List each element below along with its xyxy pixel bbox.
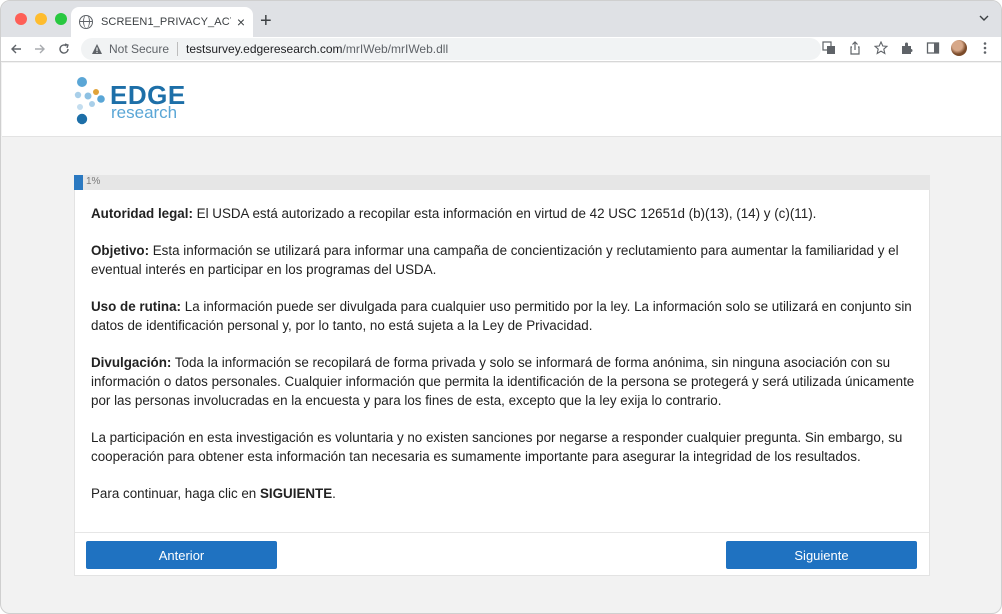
reload-icon[interactable]	[55, 40, 73, 58]
minimize-window-button[interactable]	[35, 13, 47, 25]
star-icon[interactable]	[873, 40, 889, 56]
globe-icon	[79, 15, 93, 29]
paragraph-participation: La participación en esta investigación e…	[91, 428, 915, 466]
legal-authority-heading: Autoridad legal:	[91, 206, 193, 221]
more-menu-icon[interactable]	[977, 40, 993, 56]
address-divider	[177, 42, 179, 56]
window-controls	[15, 13, 67, 25]
next-button[interactable]: Siguiente	[726, 541, 917, 569]
survey-card: Autoridad legal: El USDA está autorizado…	[74, 190, 930, 576]
warning-icon	[92, 44, 102, 54]
progress-bar: 1%	[74, 175, 930, 190]
site-header: EDGE research	[2, 63, 1001, 137]
browser-window: SCREEN1_PRIVACY_ACT_STAT × + Not Secure …	[0, 0, 1002, 614]
logo-research-text: research	[111, 103, 178, 122]
progress-fill	[74, 175, 83, 190]
previous-button[interactable]: Anterior	[86, 541, 277, 569]
extensions-icon[interactable]	[899, 40, 915, 56]
url-host: testsurvey.edgeresearch.com	[186, 42, 343, 56]
button-divider	[75, 532, 929, 533]
routine-use-heading: Uso de rutina:	[91, 299, 182, 314]
forward-arrow-icon[interactable]	[31, 40, 49, 58]
paragraph-disclosure: Divulgación: Toda la información se reco…	[91, 353, 915, 410]
disclosure-text: Toda la información se recopilará de for…	[91, 355, 915, 408]
continue-text: Para continuar, haga clic en	[91, 486, 260, 501]
objective-heading: Objetivo:	[91, 243, 150, 258]
close-window-button[interactable]	[15, 13, 27, 25]
progress-label: 1%	[86, 176, 101, 187]
paragraph-legal-authority: Autoridad legal: El USDA está autorizado…	[91, 204, 915, 223]
browser-toolbar: Not Secure testsurvey.edgeresearch.com/m…	[1, 37, 1001, 62]
legal-authority-text: El USDA está autorizado a recopilar esta…	[192, 206, 817, 221]
share-icon[interactable]	[847, 40, 863, 56]
title-bar: SCREEN1_PRIVACY_ACT_STAT × +	[1, 1, 1001, 37]
paragraph-continue: Para continuar, haga clic en SIGUIENTE.	[91, 484, 915, 503]
disclosure-heading: Divulgación:	[91, 355, 172, 370]
tab-close-icon[interactable]: ×	[237, 15, 245, 29]
paragraph-routine-use: Uso de rutina: La información puede ser …	[91, 297, 915, 335]
toolbar-actions	[821, 40, 993, 56]
objective-text: Esta información se utilizará para infor…	[91, 243, 899, 277]
survey-content: Autoridad legal: El USDA está autorizado…	[91, 204, 915, 521]
paragraph-objective: Objetivo: Esta información se utilizará …	[91, 241, 915, 279]
browser-tab[interactable]: SCREEN1_PRIVACY_ACT_STAT ×	[71, 7, 253, 37]
back-arrow-icon[interactable]	[7, 40, 25, 58]
participation-text: La participación en esta investigación e…	[91, 430, 903, 464]
maximize-window-button[interactable]	[55, 13, 67, 25]
security-status[interactable]: Not Secure	[109, 42, 169, 56]
logo-dots-icon	[74, 77, 105, 125]
chevron-down-icon[interactable]	[979, 13, 989, 23]
edge-research-logo: EDGE research	[74, 75, 194, 127]
tab-title: SCREEN1_PRIVACY_ACT_STAT	[101, 16, 231, 28]
new-tab-button[interactable]: +	[260, 11, 272, 31]
address-bar[interactable]: Not Secure testsurvey.edgeresearch.com/m…	[81, 38, 821, 60]
continue-end: .	[332, 486, 336, 501]
routine-use-text: La información puede ser divulgada para …	[91, 299, 912, 333]
continue-keyword: SIGUIENTE	[259, 486, 333, 501]
url-path: /mrIWeb/mrIWeb.dll	[342, 42, 449, 56]
avatar[interactable]	[951, 40, 967, 56]
side-panel-icon[interactable]	[925, 40, 941, 56]
translate-icon[interactable]	[821, 40, 837, 56]
